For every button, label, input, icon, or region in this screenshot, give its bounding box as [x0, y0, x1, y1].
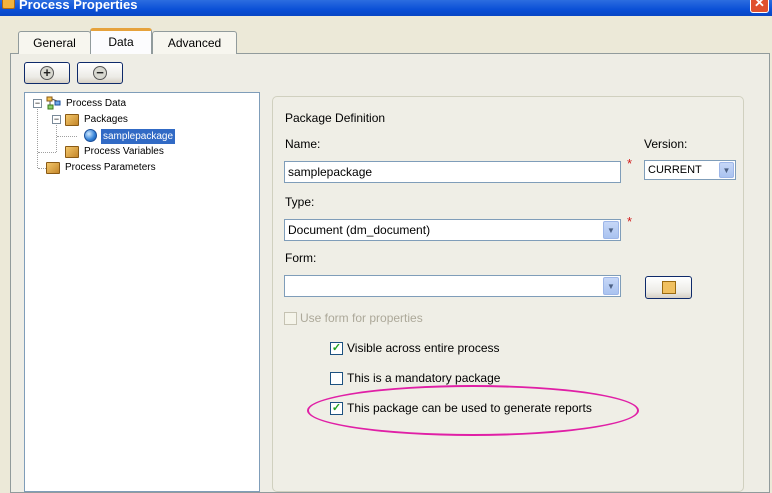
form-template-icon: [662, 281, 676, 294]
tab-data[interactable]: Data: [90, 28, 152, 54]
type-value: Document (dm_document): [288, 223, 431, 237]
app-icon: [2, 0, 15, 9]
version-select[interactable]: CURRENT ▼: [644, 160, 736, 180]
version-label: Version:: [644, 137, 688, 151]
process-data-icon: [46, 96, 61, 110]
name-field[interactable]: samplepackage: [284, 161, 621, 183]
tab-advanced[interactable]: Advanced: [152, 31, 237, 54]
tree-item-samplepackage[interactable]: samplepackage: [84, 128, 244, 144]
form-label: Form:: [285, 251, 317, 265]
chevron-down-icon[interactable]: ▼: [603, 221, 619, 239]
visible-checkbox[interactable]: ✓: [330, 342, 343, 355]
package-icon: [65, 114, 79, 126]
chevron-down-icon[interactable]: ▼: [603, 277, 619, 295]
tree-item-process-data[interactable]: − Process Data: [31, 96, 231, 112]
tree-item-process-variables[interactable]: Process Variables: [65, 144, 235, 160]
visible-label: Visible across entire process: [347, 341, 500, 355]
package-icon: [46, 162, 60, 174]
window-title: Process Properties: [19, 0, 138, 12]
tree-connector: [38, 152, 56, 153]
process-data-tree[interactable]: − Process Data − Packages samplepackage …: [24, 92, 260, 492]
mandatory-checkbox[interactable]: [330, 372, 343, 385]
type-select[interactable]: Document (dm_document) ▼: [284, 219, 621, 241]
title-bar: Process Properties ✕: [0, 0, 772, 16]
tree-label: Process Parameters: [65, 162, 156, 173]
chevron-down-icon[interactable]: ▼: [719, 162, 734, 178]
tree-item-process-parameters[interactable]: Process Parameters: [46, 160, 236, 176]
tree-label: Process Data: [66, 98, 127, 109]
tree-connector: [56, 125, 57, 152]
form-select[interactable]: ▼: [284, 275, 621, 297]
minus-icon: −: [93, 66, 107, 80]
tree-label: Process Variables: [84, 146, 164, 157]
plus-icon: +: [40, 66, 54, 80]
add-button[interactable]: +: [24, 62, 70, 84]
collapse-icon[interactable]: −: [52, 115, 61, 124]
mandatory-label: This is a mandatory package: [347, 371, 501, 385]
package-icon: [65, 146, 79, 158]
use-form-label: Use form for properties: [300, 311, 423, 325]
tree-item-packages[interactable]: − Packages: [50, 112, 230, 128]
name-label: Name:: [285, 137, 321, 151]
tab-general[interactable]: General: [18, 31, 91, 54]
tree-connector: [37, 109, 38, 168]
remove-button[interactable]: −: [77, 62, 123, 84]
version-value: CURRENT: [648, 164, 702, 176]
tree-label: samplepackage: [101, 129, 176, 144]
globe-icon: [84, 129, 97, 142]
tree-connector: [57, 136, 77, 137]
close-button[interactable]: ✕: [750, 0, 769, 13]
browse-form-button[interactable]: [645, 276, 692, 299]
collapse-icon[interactable]: −: [33, 99, 42, 108]
annotation-ellipse: [307, 385, 639, 436]
use-form-checkbox[interactable]: [284, 312, 297, 325]
required-marker: *: [627, 214, 633, 229]
section-heading: Package Definition: [285, 111, 386, 125]
tree-label: Packages: [84, 114, 128, 125]
type-label: Type:: [285, 195, 315, 209]
required-marker: *: [627, 156, 633, 171]
